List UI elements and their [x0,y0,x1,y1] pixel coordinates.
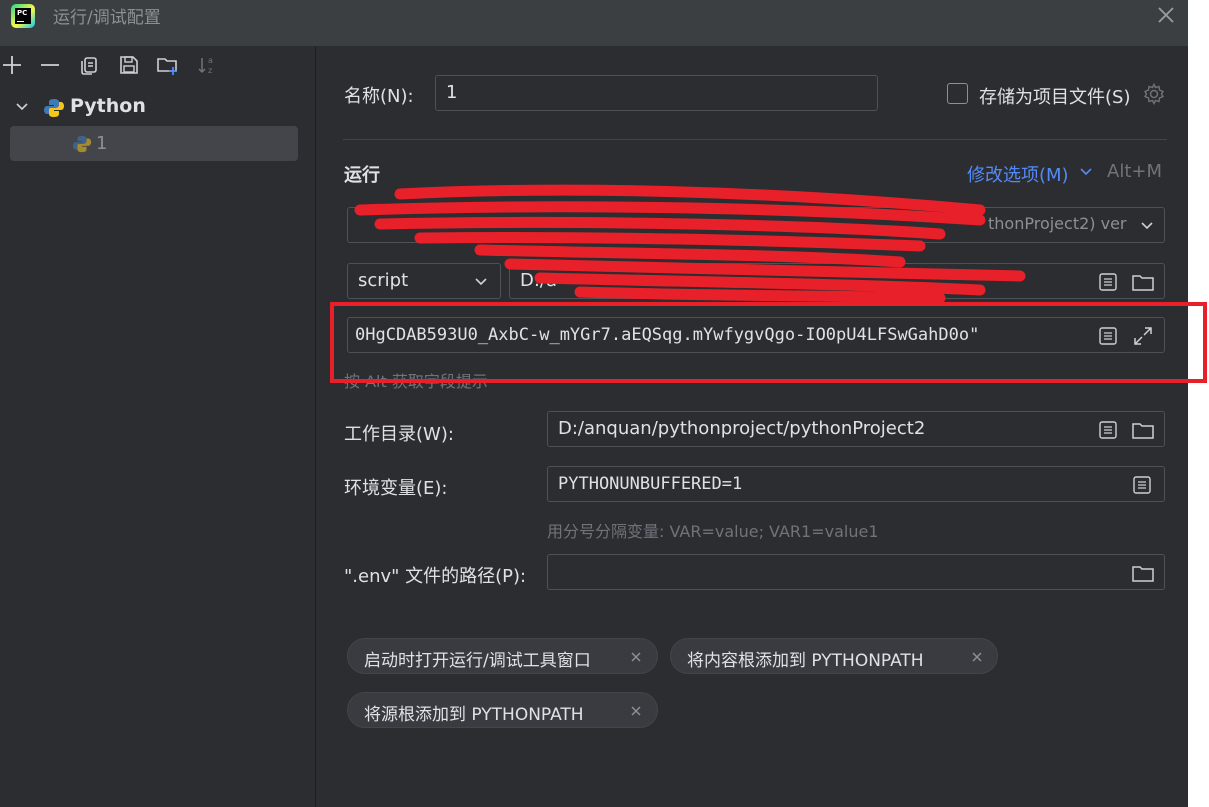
store-as-project-file-checkbox[interactable] [947,83,968,104]
option-chip-open-tool-window[interactable]: 启动时打开运行/调试工具窗口 [347,638,658,674]
close-icon[interactable] [1153,2,1179,28]
folder-icon[interactable] [1132,563,1154,583]
script-type-value: script [358,270,409,291]
parameters-field[interactable]: 0HgCDAB593U0_AxbC-w_mYGr7.aEQSqg.mYwfygv… [347,317,1165,353]
script-type-select[interactable]: script [347,263,501,299]
chip-label: 将内容根添加到 PYTHONPATH [687,651,924,671]
close-icon[interactable] [628,649,644,665]
edit-text-icon[interactable] [1098,326,1118,346]
tree-item-label: 1 [96,133,108,154]
edit-text-icon[interactable] [1098,420,1118,440]
interpreter-value: thonProject2) ver [988,214,1127,233]
gear-icon[interactable] [1142,82,1166,106]
window-title: 运行/调试配置 [53,8,161,28]
name-label: 名称(N): [344,86,414,107]
tree-item-selected[interactable] [10,126,298,161]
script-path-field[interactable]: D:/a [509,263,1165,299]
parameters-hint: 按 Alt 获取字段提示 [344,372,488,391]
sort-icon[interactable]: a z [196,54,220,76]
pycharm-icon: PC [11,4,35,28]
copy-icon[interactable] [78,54,102,76]
expand-icon[interactable] [1132,325,1154,347]
env-label: 环境变量(E): [344,478,448,499]
edit-text-icon[interactable] [1098,272,1118,292]
workdir-value: D:/anquan/pythonproject/pythonProject2 [558,418,926,439]
env-field[interactable]: PYTHONUNBUFFERED=1 [547,466,1165,502]
interpreter-select[interactable]: thonProject2) ver [347,207,1165,243]
chevron-down-icon[interactable] [474,275,488,289]
svg-text:z: z [208,66,212,75]
chevron-down-icon[interactable] [1140,219,1154,233]
edit-text-icon[interactable] [1132,475,1152,495]
parameters-value: 0HgCDAB593U0_AxbC-w_mYGr7.aEQSqg.mYwfygv… [355,325,980,345]
save-icon[interactable] [117,54,141,76]
remove-icon[interactable] [38,54,62,76]
modify-options-shortcut: Alt+M [1107,161,1162,182]
dotenv-label: ".env" 文件的路径(P): [344,566,527,587]
run-debug-config-window: PC 运行/调试配置 a z Python 1 名称(N): 1 存储为项目文件… [0,0,1188,807]
chevron-down-icon[interactable] [1079,165,1093,179]
section-separator [343,139,1167,140]
workdir-field[interactable]: D:/anquan/pythonproject/pythonProject2 [547,411,1165,447]
store-as-project-file-label: 存储为项目文件(S) [979,87,1131,108]
chip-label: 启动时打开运行/调试工具窗口 [364,651,591,671]
folder-icon[interactable] [1132,420,1154,440]
python-icon [44,99,64,117]
folder-icon[interactable] [1132,272,1154,292]
new-folder-icon[interactable] [156,54,180,76]
app-icon-label: PC [15,8,31,24]
option-chip-source-roots[interactable]: 将源根添加到 PYTHONPATH [347,692,658,728]
env-hint: 用分号分隔变量: VAR=value; VAR1=value1 [547,522,879,541]
env-value: PYTHONUNBUFFERED=1 [558,474,743,494]
run-section-heading: 运行 [344,165,380,186]
option-chip-content-roots[interactable]: 将内容根添加到 PYTHONPATH [670,638,998,674]
close-icon[interactable] [969,649,985,665]
svg-text:a: a [208,56,213,65]
dotenv-path-field[interactable] [547,554,1165,590]
chip-label: 将源根添加到 PYTHONPATH [364,705,584,725]
workdir-label: 工作目录(W): [344,424,454,445]
name-value: 1 [446,82,458,103]
python-icon [72,135,92,153]
title-bar: PC 运行/调试配置 [0,0,1188,46]
tree-group-python[interactable]: Python [70,95,146,117]
script-path-value: D:/a [520,270,558,291]
add-icon[interactable] [0,54,24,76]
close-icon[interactable] [628,703,644,719]
chevron-down-icon[interactable] [14,99,30,115]
name-field[interactable]: 1 [435,75,878,111]
modify-options-link[interactable]: 修改选项(M) [967,161,1069,187]
